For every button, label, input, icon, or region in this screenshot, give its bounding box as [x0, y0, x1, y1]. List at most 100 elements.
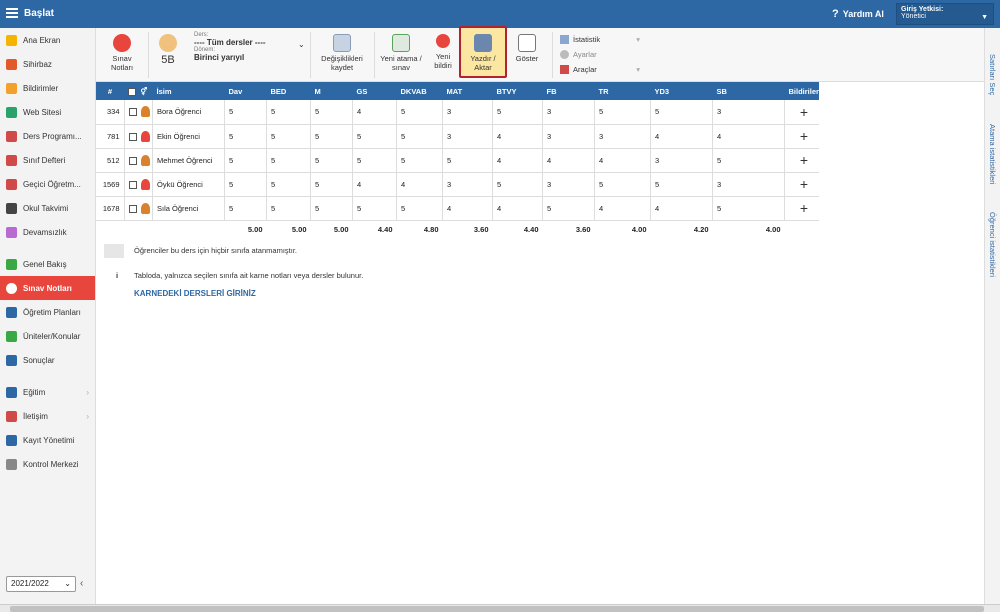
sidebar-item[interactable]: Bildirimler [0, 76, 95, 100]
row-checkbox[interactable] [128, 156, 137, 165]
horizontal-scrollbar[interactable] [0, 604, 1000, 612]
new-notification-button[interactable]: Yeni bildiri [428, 32, 458, 78]
grade-cell[interactable]: 5 [266, 196, 311, 221]
grade-cell[interactable]: 5 [224, 124, 267, 149]
column-header[interactable]: MAT [442, 82, 493, 100]
grade-cell[interactable]: 5 [352, 148, 397, 173]
grade-cell[interactable]: 3 [442, 100, 493, 125]
column-header[interactable]: TR [594, 82, 651, 100]
show-button[interactable]: Göster [510, 32, 544, 78]
column-header[interactable]: BED [266, 82, 311, 100]
grade-cell[interactable]: 5 [352, 196, 397, 221]
grade-cell[interactable]: 5 [650, 172, 713, 197]
grade-cell[interactable]: 5 [396, 196, 443, 221]
grade-cell[interactable]: 5 [396, 124, 443, 149]
grade-cell[interactable]: 3 [712, 172, 785, 197]
column-header[interactable]: SB [712, 82, 785, 100]
grade-cell[interactable]: 5 [224, 148, 267, 173]
table-row[interactable]: 781 Ekin Öğrenci 5 5 5 5 5 3 4 3 3 4 4 + [96, 124, 819, 149]
sidebar-item[interactable]: Okul Takvimi [0, 196, 95, 220]
column-header[interactable]: BTVY [492, 82, 543, 100]
table-row[interactable]: 1678 Sıla Öğrenci 5 5 5 5 5 4 4 5 4 4 5 + [96, 196, 819, 221]
add-notification-button[interactable]: + [784, 124, 819, 149]
grade-cell[interactable]: 4 [442, 196, 493, 221]
grade-cell[interactable]: 3 [542, 100, 595, 125]
column-header[interactable]: # [96, 82, 124, 100]
sidebar-item[interactable]: Ana Ekran [0, 28, 95, 52]
student-name[interactable]: Sıla Öğrenci [152, 196, 225, 221]
student-stats-tab[interactable]: Öğrenci istatistikleri [988, 212, 997, 277]
sidebar-item[interactable]: Devamsızlık [0, 220, 95, 244]
row-checkbox[interactable] [128, 108, 137, 117]
grade-cell[interactable]: 4 [396, 172, 443, 197]
gender-icon[interactable]: ⚥ [136, 82, 153, 100]
grade-cell[interactable]: 5 [542, 196, 595, 221]
student-name[interactable]: Ekin Öğrenci [152, 124, 225, 149]
sidebar-item[interactable]: Ders Programı... [0, 124, 95, 148]
column-header[interactable] [124, 82, 137, 100]
help-button[interactable]: ? Yardım Al [832, 8, 884, 20]
grade-cell[interactable]: 3 [442, 172, 493, 197]
sidebar-item[interactable]: Kayıt Yönetimi [0, 428, 95, 452]
grade-cell[interactable]: 4 [650, 196, 713, 221]
statistics-button[interactable]: İstatistik ▾ [560, 32, 640, 47]
login-role-select[interactable]: Giriş Yetkisi: Yönetici ▼ [896, 3, 994, 25]
course-select[interactable]: ---- Tüm dersler ---- [194, 38, 306, 47]
row-checkbox[interactable] [128, 180, 137, 189]
grade-cell[interactable]: 3 [442, 124, 493, 149]
grade-cell[interactable]: 4 [650, 124, 713, 149]
row-checkbox[interactable] [128, 132, 137, 141]
tools-button[interactable]: Araçlar ▾ [560, 62, 640, 77]
column-header[interactable]: Dav [224, 82, 267, 100]
grade-cell[interactable]: 3 [542, 172, 595, 197]
sidebar-item[interactable]: Sonuçlar [0, 348, 95, 372]
grade-cell[interactable]: 4 [594, 196, 651, 221]
grade-cell[interactable]: 4 [542, 148, 595, 173]
column-header[interactable]: İsim [152, 82, 225, 100]
grade-cell[interactable]: 5 [712, 148, 785, 173]
grade-cell[interactable]: 3 [594, 124, 651, 149]
year-select[interactable]: 2021/2022 ⌄ [6, 576, 76, 592]
exam-notes-button[interactable]: Sınav Notları [102, 32, 142, 78]
print-export-button[interactable]: Yazdır / Aktar [459, 26, 507, 78]
sidebar-item[interactable]: Web Sitesi [0, 100, 95, 124]
grade-cell[interactable]: 5 [310, 124, 353, 149]
grade-cell[interactable]: 5 [266, 172, 311, 197]
grade-cell[interactable]: 4 [352, 172, 397, 197]
sidebar-item[interactable]: Sınav Notları [0, 276, 95, 300]
grade-cell[interactable]: 5 [224, 100, 267, 125]
grade-cell[interactable]: 5 [650, 100, 713, 125]
grade-cell[interactable]: 5 [310, 100, 353, 125]
add-notification-button[interactable]: + [784, 172, 819, 197]
grade-cell[interactable]: 5 [310, 148, 353, 173]
select-all-checkbox[interactable] [128, 87, 136, 96]
grade-cell[interactable]: 5 [310, 172, 353, 197]
column-header[interactable]: M [310, 82, 353, 100]
grade-cell[interactable]: 5 [266, 100, 311, 125]
sidebar-item[interactable]: Genel Bakış [0, 252, 95, 276]
grade-cell[interactable]: 4 [492, 124, 543, 149]
new-assignment-button[interactable]: Yeni atama / sınav [378, 32, 424, 78]
grade-cell[interactable]: 5 [594, 100, 651, 125]
grade-cell[interactable]: 4 [352, 100, 397, 125]
assignment-stats-tab[interactable]: Atama istatistikleri [988, 124, 997, 184]
table-row[interactable]: 334 Bora Öğrenci 5 5 5 4 5 3 5 3 5 5 3 + [96, 100, 819, 125]
student-name[interactable]: Mehmet Öğrenci [152, 148, 225, 173]
sidebar-item[interactable]: İletişim › [0, 404, 95, 428]
grade-cell[interactable]: 5 [492, 100, 543, 125]
grade-cell[interactable]: 3 [712, 100, 785, 125]
enter-report-courses-link[interactable]: KARNEDEKİ DERSLERİ GİRİNİZ [134, 289, 256, 298]
collapse-sidebar-icon[interactable]: ‹ [80, 578, 83, 589]
student-name[interactable]: Bora Öğrenci [152, 100, 225, 125]
scrollbar-thumb[interactable] [10, 606, 984, 612]
sidebar-item[interactable]: Sınıf Defteri [0, 148, 95, 172]
grade-cell[interactable]: 5 [442, 148, 493, 173]
hamburger-menu-icon[interactable] [6, 8, 18, 18]
grade-cell[interactable]: 5 [594, 172, 651, 197]
grade-cell[interactable]: 4 [492, 196, 543, 221]
row-checkbox[interactable] [128, 204, 137, 213]
add-notification-button[interactable]: + [784, 100, 819, 125]
column-header[interactable]: GS [352, 82, 397, 100]
column-header[interactable]: Bildiriler [784, 82, 819, 100]
grade-cell[interactable]: 5 [492, 172, 543, 197]
